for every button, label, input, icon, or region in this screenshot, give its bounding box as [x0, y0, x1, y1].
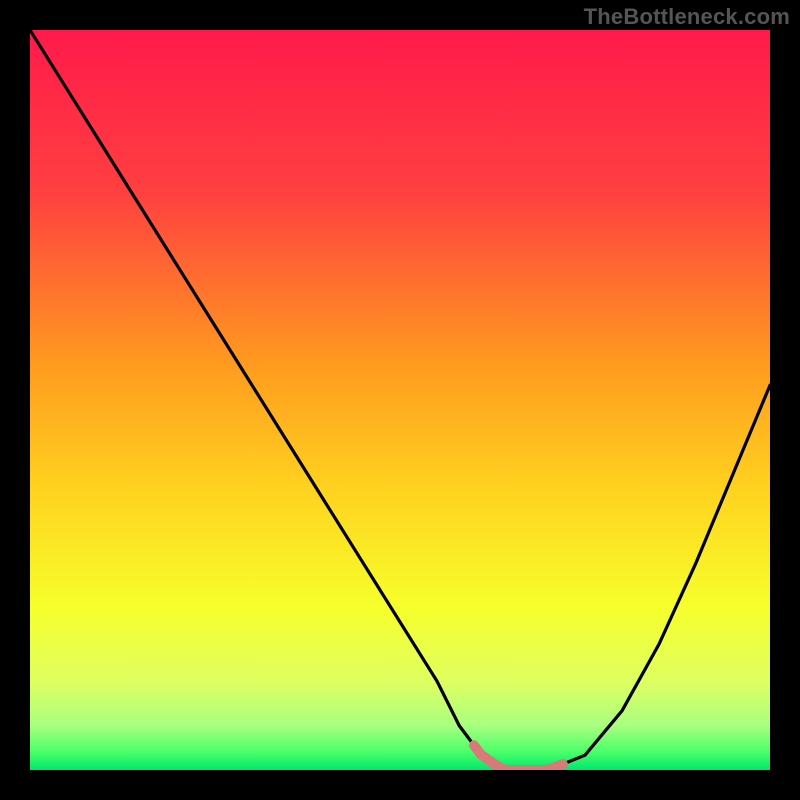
- chart-frame: TheBottleneck.com: [0, 0, 800, 800]
- gradient-background: [30, 30, 770, 770]
- watermark-text: TheBottleneck.com: [584, 4, 790, 30]
- chart-svg: [30, 30, 770, 770]
- plot-area: [30, 30, 770, 770]
